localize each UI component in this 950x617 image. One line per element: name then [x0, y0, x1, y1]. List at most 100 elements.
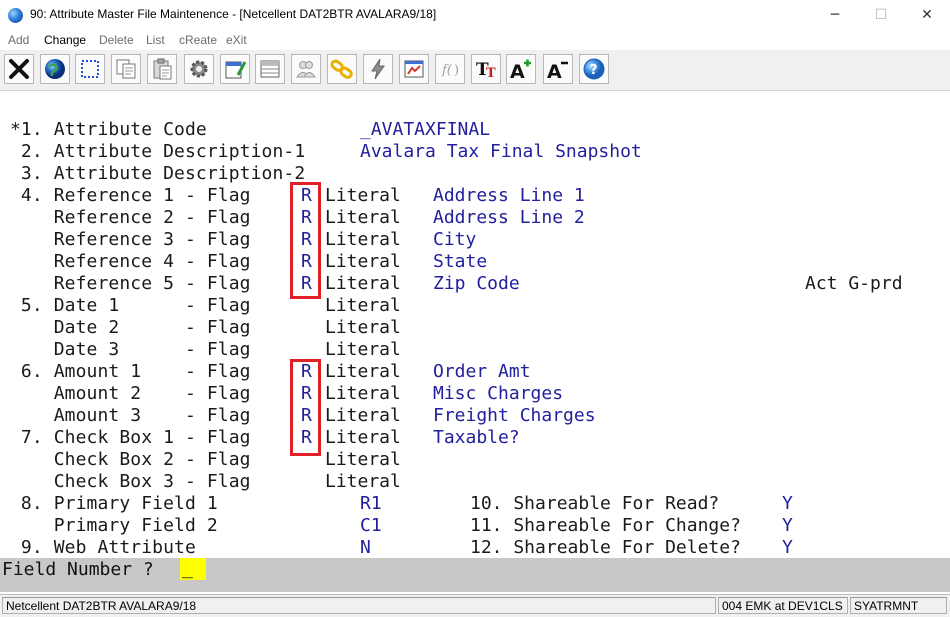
literal-label: Literal	[325, 273, 401, 294]
reference-1-label: 4. Reference 1 - Flag	[10, 185, 251, 206]
reference-1-literal: Address Line 1	[433, 185, 585, 206]
date-3-label: Date 3 - Flag	[10, 339, 251, 360]
window-title: 90: Attribute Master File Maintenence - …	[30, 7, 437, 21]
svg-text:?: ?	[590, 63, 598, 78]
status-user: 004 EMK at DEV1CLS	[718, 597, 848, 614]
attribute-code-value: _AVATAXFINAL	[360, 119, 491, 140]
menu-list[interactable]: List	[146, 33, 165, 47]
amount-2-label: Amount 2 - Flag	[10, 383, 251, 404]
globe-icon[interactable]	[40, 54, 70, 84]
field-2-label: 2. Attribute Description-1	[10, 141, 306, 162]
users-icon[interactable]	[291, 54, 321, 84]
paste-icon[interactable]	[147, 54, 177, 84]
checkbox-3-label: Check Box 3 - Flag	[10, 471, 251, 492]
close-button[interactable]: ✕	[904, 0, 950, 30]
literal-label: Literal	[325, 427, 401, 448]
select-rect-icon[interactable]	[75, 54, 105, 84]
shareable-read-value: Y	[782, 493, 793, 514]
status-bar: Netcellent DAT2BTR AVALARA9/18 004 EMK a…	[0, 594, 950, 617]
svg-text:T: T	[486, 66, 496, 81]
amount-1-literal: Order Amt	[433, 361, 531, 382]
toolbar: f() TT A A ?	[0, 50, 950, 91]
lightning-icon[interactable]	[363, 54, 393, 84]
shareable-change-label: 11. Shareable For Change?	[470, 515, 741, 536]
maximize-button[interactable]: ☐	[858, 0, 904, 30]
literal-label: Literal	[325, 449, 401, 470]
title-bar: 90: Attribute Master File Maintenence - …	[0, 0, 950, 30]
literal-label: Literal	[325, 295, 401, 316]
reference-3-label: Reference 3 - Flag	[10, 229, 251, 250]
reference-3-literal: City	[433, 229, 477, 250]
literal-label: Literal	[325, 383, 401, 404]
checkbox-1-label: 7. Check Box 1 - Flag	[10, 427, 251, 448]
checkbox-2-label: Check Box 2 - Flag	[10, 449, 251, 470]
svg-text:A: A	[547, 61, 562, 81]
web-attribute-value: N	[360, 537, 371, 558]
table-icon[interactable]	[255, 54, 285, 84]
amount-1-label: 6. Amount 1 - Flag	[10, 361, 251, 382]
shareable-read-label: 10. Shareable For Read?	[470, 493, 720, 514]
literal-label: Literal	[325, 471, 401, 492]
app-globe-icon	[8, 8, 23, 23]
menu-delete[interactable]: Delete	[99, 33, 134, 47]
field-number-prompt: Field Number ?	[2, 559, 154, 580]
primary-field-2-label: Primary Field 2	[10, 515, 218, 536]
font-shrink-icon[interactable]: A	[543, 54, 573, 84]
menu-exit[interactable]: eXit	[226, 33, 247, 47]
field-1-label: *1. Attribute Code	[10, 119, 207, 140]
literal-label: Literal	[325, 405, 401, 426]
font-grow-icon[interactable]: A	[506, 54, 536, 84]
date-1-label: 5. Date 1 - Flag	[10, 295, 251, 316]
amount-3-literal: Freight Charges	[433, 405, 596, 426]
help-icon[interactable]: ?	[579, 54, 609, 84]
minimize-button[interactable]: ─	[812, 0, 858, 30]
amount-flags-highlight	[290, 359, 321, 456]
literal-label: Literal	[325, 317, 401, 338]
gear-icon[interactable]	[184, 54, 214, 84]
shareable-change-value: Y	[782, 515, 793, 536]
menu-add[interactable]: Add	[8, 33, 29, 47]
literal-label: Literal	[325, 339, 401, 360]
script-fx-icon[interactable]: f()	[435, 54, 465, 84]
description-1-value: Avalara Tax Final Snapshot	[360, 141, 642, 162]
menu-create[interactable]: cReate	[179, 33, 217, 47]
terminal-screen: *1. Attribute Code 2. Attribute Descript…	[0, 91, 950, 558]
chain-link-icon[interactable]	[327, 54, 357, 84]
close-x-icon[interactable]	[4, 54, 34, 84]
web-attribute-label: 9. Web Attribute	[10, 537, 196, 558]
literal-label: Literal	[325, 185, 401, 206]
literal-label: Literal	[325, 361, 401, 382]
shareable-delete-value: Y	[782, 537, 793, 558]
chart-window-icon[interactable]	[399, 54, 429, 84]
reference-flags-highlight	[290, 182, 321, 299]
svg-text:f(: f(	[441, 63, 453, 78]
shareable-delete-label: 12. Shareable For Delete?	[470, 537, 741, 558]
reference-2-literal: Address Line 2	[433, 207, 585, 228]
primary-field-2-value: C1	[360, 515, 382, 536]
literal-label: Literal	[325, 207, 401, 228]
copy-icon[interactable]	[111, 54, 141, 84]
field-number-input[interactable]: _	[180, 558, 206, 580]
reference-2-label: Reference 2 - Flag	[10, 207, 251, 228]
field-3-label: 3. Attribute Description-2	[10, 163, 306, 184]
primary-field-1-label: 8. Primary Field 1	[10, 493, 218, 514]
literal-label: Literal	[325, 251, 401, 272]
menu-change[interactable]: Change	[44, 33, 86, 47]
reference-4-literal: State	[433, 251, 488, 272]
svg-text:): )	[454, 63, 459, 78]
menu-bar: Add Change Delete List cReate eXit	[0, 30, 950, 50]
status-program: SYATRMNT	[850, 597, 947, 614]
reference-5-literal: Zip Code	[433, 273, 520, 294]
status-company: Netcellent DAT2BTR AVALARA9/18	[2, 597, 716, 614]
amount-3-label: Amount 3 - Flag	[10, 405, 251, 426]
environment-note: Act G-prd	[805, 273, 903, 294]
reference-4-label: Reference 4 - Flag	[10, 251, 251, 272]
reference-5-label: Reference 5 - Flag	[10, 273, 251, 294]
primary-field-1-value: R1	[360, 493, 382, 514]
prompt-bar: Field Number ? _	[0, 558, 950, 592]
svg-text:A: A	[510, 61, 525, 81]
literal-label: Literal	[325, 229, 401, 250]
text-format-icon[interactable]: TT	[471, 54, 501, 84]
edit-form-icon[interactable]	[220, 54, 250, 84]
amount-2-literal: Misc Charges	[433, 383, 564, 404]
